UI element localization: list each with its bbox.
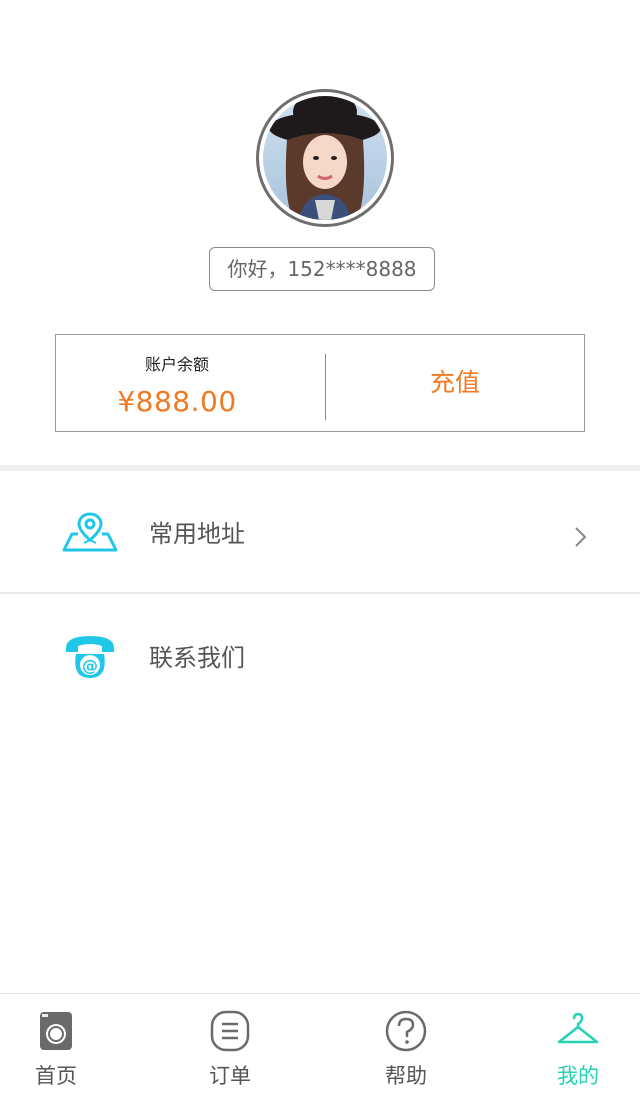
help-icon xyxy=(384,1009,428,1053)
washer-icon xyxy=(34,1009,78,1053)
section-divider xyxy=(0,465,640,471)
avatar-photo xyxy=(263,96,387,220)
svg-text:@: @ xyxy=(82,656,98,675)
balance-label: 账户余额 xyxy=(144,355,209,374)
tab-orders[interactable]: 订单 xyxy=(174,994,286,1099)
tab-label: 订单 xyxy=(209,1064,251,1088)
hanger-icon xyxy=(556,1009,600,1053)
menu-item-label: 联系我们 xyxy=(149,644,245,672)
balance-amount: ¥888.00 xyxy=(117,385,237,418)
balance-card: 账户余额 ¥888.00 充值 xyxy=(55,334,585,432)
location-map-icon xyxy=(62,510,118,556)
tab-home[interactable]: 首页 xyxy=(0,994,112,1099)
tab-mine[interactable]: 我的 xyxy=(522,994,634,1099)
phone-at-icon: @ xyxy=(62,634,118,680)
tab-help[interactable]: 帮助 xyxy=(350,994,462,1099)
menu-item-label: 常用地址 xyxy=(149,520,245,548)
row-divider xyxy=(0,592,640,594)
avatar[interactable] xyxy=(256,89,394,227)
tab-label: 首页 xyxy=(35,1064,77,1088)
greeting-label: 你好，152****8888 xyxy=(209,247,435,291)
bottom-tab-bar: 首页 订单 帮助 我的 xyxy=(0,993,640,1099)
tab-label: 帮助 xyxy=(385,1064,427,1088)
tab-label: 我的 xyxy=(557,1064,599,1088)
chevron-right-icon xyxy=(570,524,590,550)
menu-item-address[interactable]: 常用地址 xyxy=(0,472,640,592)
order-list-icon xyxy=(208,1009,252,1053)
menu-item-contact[interactable]: @ 联系我们 xyxy=(0,596,640,716)
recharge-button[interactable]: 充值 xyxy=(326,335,584,431)
